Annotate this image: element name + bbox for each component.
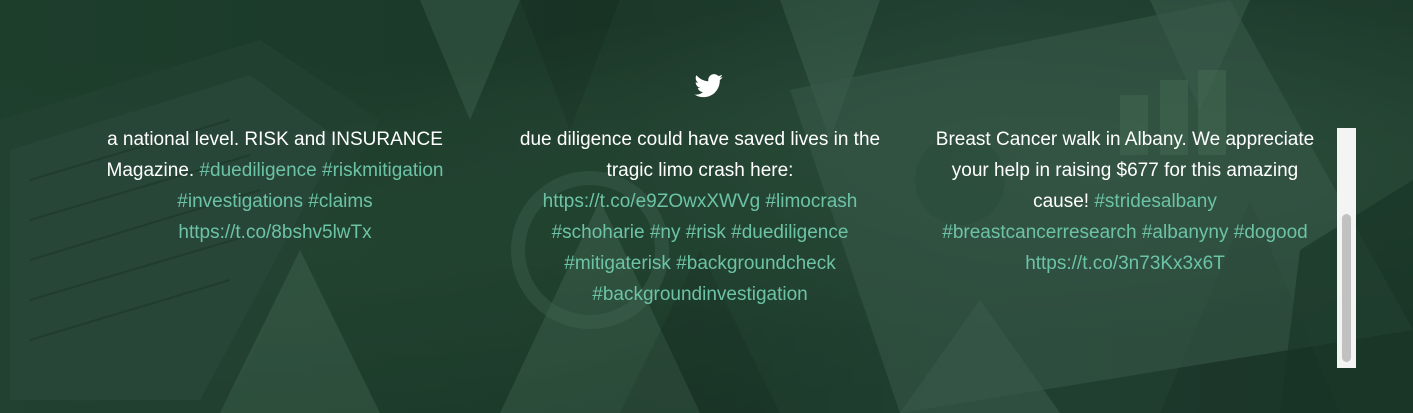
tweet-line: #backgroundinvestigation [510, 279, 890, 310]
tweet-line: https://t.co/e9ZOwxXWVg #limocrash [510, 186, 890, 217]
tweet-url-link[interactable]: https://t.co/3n73Kx3x6T [1025, 253, 1225, 274]
tweet-url-link[interactable]: https://t.co/e9ZOwxXWVg [543, 191, 761, 212]
hashtag-link[interactable]: #claims [308, 191, 372, 212]
tweet-line: due diligence could have saved lives in … [510, 124, 890, 155]
tweet-line: cause! #stridesalbany [935, 186, 1315, 217]
hashtag-link[interactable]: #breastcancerresearch [942, 222, 1136, 243]
hashtag-link[interactable]: #backgroundcheck [676, 253, 836, 274]
tweet-text: Magazine. [106, 160, 200, 181]
tweet-line: tragic limo crash here: [510, 155, 890, 186]
hashtag-link[interactable]: #ny [650, 222, 681, 243]
tweet-line: Breast Cancer walk in Albany. We appreci… [935, 124, 1315, 155]
hashtag-link[interactable]: #dogood [1234, 222, 1308, 243]
tweet-text: tragic limo crash here: [606, 160, 794, 181]
hashtag-link[interactable]: #albanyny [1142, 222, 1229, 243]
hashtag-link[interactable]: #backgroundinvestigation [592, 284, 808, 305]
tweet-line: Magazine. #duediligence #riskmitigation [85, 155, 465, 186]
tweet-text: cause! [1033, 191, 1095, 212]
tweet-item: Breast Cancer walk in Albany. We appreci… [935, 124, 1315, 279]
tweet-text: Breast Cancer walk in Albany. We appreci… [935, 129, 1315, 150]
hashtag-link[interactable]: #mitigaterisk [564, 253, 671, 274]
hashtag-link[interactable]: #limocrash [765, 191, 857, 212]
tweet-line: a national level. RISK and INSURANCE [85, 124, 465, 155]
hashtag-link[interactable]: #riskmitigation [322, 160, 443, 181]
tweet-item: a national level. RISK and INSURANCE Maga… [85, 124, 465, 248]
hashtag-link[interactable]: #duediligence [731, 222, 848, 243]
hashtag-link[interactable]: #risk [686, 222, 726, 243]
tweet-text: your help in raising $677 for this amazi… [951, 160, 1299, 181]
tweet-line: #schoharie #ny #risk #duediligence [510, 217, 890, 248]
tweet-text: due diligence could have saved lives in … [519, 129, 881, 150]
tweet-url-link[interactable]: https://t.co/8bshv5lwTx [178, 222, 371, 243]
tweet-line: #investigations #claims [85, 186, 465, 217]
tweet-line: #breastcancerresearch #albanyny #dogood [935, 217, 1315, 248]
hashtag-link[interactable]: #duediligence [199, 160, 316, 181]
hashtag-link[interactable]: #stridesalbany [1094, 191, 1217, 212]
tweet-line: #mitigaterisk #backgroundcheck [510, 248, 890, 279]
tweet-text: a national level. RISK and INSURANCE [107, 129, 443, 150]
tweet-line: your help in raising $677 for this amazi… [935, 155, 1315, 186]
tweet-item: due diligence could have saved lives in … [510, 124, 890, 310]
tweet-feed-scrollbar[interactable] [1337, 128, 1356, 368]
scrollbar-thumb[interactable] [1342, 214, 1351, 362]
hashtag-link[interactable]: #schoharie [552, 222, 645, 243]
tweet-feed: a national level. RISK and INSURANCE Maga… [0, 124, 1413, 374]
twitter-bird-icon [694, 74, 723, 98]
tweet-line: https://t.co/8bshv5lwTx [85, 217, 465, 248]
hashtag-link[interactable]: #investigations [177, 191, 303, 212]
tweet-line: https://t.co/3n73Kx3x6T [935, 248, 1315, 279]
